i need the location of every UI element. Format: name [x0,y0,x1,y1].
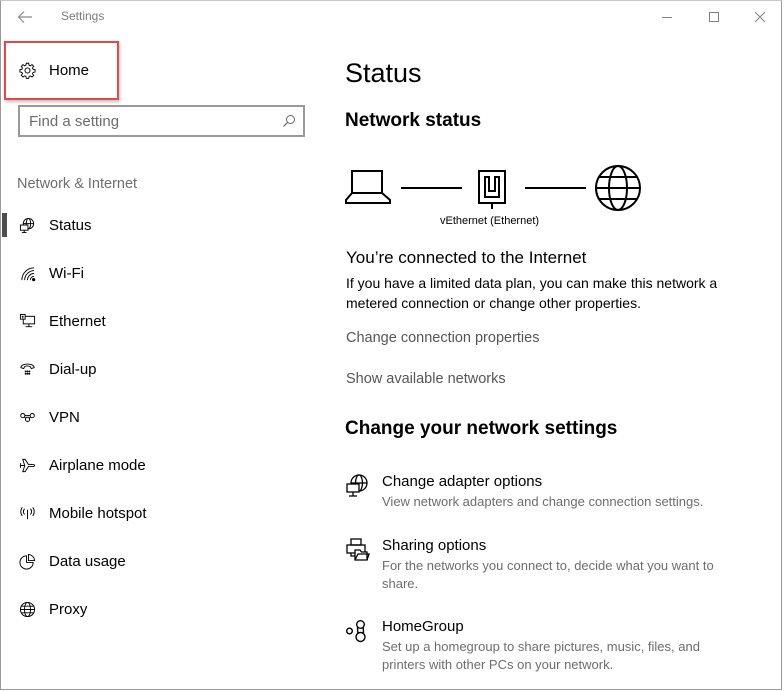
wifi-icon [18,264,36,282]
window-title: Settings [61,9,105,23]
minimize-icon [662,17,672,18]
title-bar: Settings [1,1,781,33]
maximize-icon [709,12,719,22]
option-title: Change adapter options [382,473,543,490]
close-button[interactable] [737,3,783,31]
section-label: Network & Internet [17,176,138,192]
connection-status-description: If you have a limited data plan, you can… [346,275,718,311]
globe-icon [18,600,36,618]
phone-icon [18,360,36,378]
change-connection-properties-link[interactable]: Change connection properties [346,330,539,346]
sharing-printer-folder-icon [345,537,371,563]
settings-window: Settings Home Network & Internet [0,0,782,690]
search-input[interactable] [20,107,275,135]
airplane-icon [18,456,36,474]
vpn-icon [18,408,36,426]
laptop-icon [345,170,391,204]
search-box[interactable] [18,105,305,137]
connection-status-title: You’re connected to the Internet [346,248,587,267]
sidebar-item-data-usage[interactable]: Data usage [1,537,321,585]
gear-icon [19,62,36,79]
sidebar-item-status[interactable]: Status [1,201,321,249]
sidebar-item-proxy[interactable]: Proxy [1,585,321,633]
sidebar-item-mobile-hotspot[interactable]: Mobile hotspot [1,489,321,537]
back-button[interactable] [11,5,39,29]
sidebar-item-label: Data usage [49,552,126,570]
sidebar-item-ethernet[interactable]: Ethernet [1,297,321,345]
sidebar-nav: Status Wi-Fi Ethernet Dial-up VPN Airpla… [1,201,321,633]
globe-monitor-icon [18,216,36,234]
homegroup-icon [345,618,371,644]
ethernet-port-icon [478,170,506,209]
sidebar-item-label: Ethernet [49,312,106,330]
sidebar-item-wifi[interactable]: Wi-Fi [1,249,321,297]
globe-icon [595,165,641,211]
sidebar-item-label: VPN [49,408,80,426]
adapter-label: vEthernet (Ethernet) [440,215,540,227]
hotspot-icon [18,504,36,522]
change-network-settings-heading: Change your network settings [345,418,618,439]
minimize-button[interactable] [644,3,690,31]
home-label: Home [49,62,90,79]
sidebar-item-airplane-mode[interactable]: Airplane mode [1,441,321,489]
close-icon [754,11,766,23]
ethernet-icon [18,312,36,330]
sidebar-item-label: Wi-Fi [49,264,84,282]
page-title: Status [345,58,422,88]
maximize-button[interactable] [691,3,737,31]
sidebar-item-label: Status [49,216,92,234]
network-status-heading: Network status [345,110,482,131]
option-title: HomeGroup [382,618,464,635]
show-available-networks-link[interactable]: Show available networks [346,371,506,387]
sidebar-item-label: Proxy [49,600,88,618]
sidebar-item-label: Dial-up [49,360,97,378]
option-description: Set up a homegroup to share pictures, mu… [382,639,700,672]
sidebar-item-label: Mobile hotspot [49,504,147,522]
option-description: For the networks you connect to, decide … [382,558,714,591]
option-description: View network adapters and change connect… [382,494,704,509]
sidebar-item-label: Airplane mode [49,456,146,474]
search-icon[interactable] [275,107,303,135]
arrow-left-icon [17,11,32,23]
adapter-globe-icon [345,473,371,499]
option-title: Sharing options [382,537,487,554]
sidebar-item-dialup[interactable]: Dial-up [1,345,321,393]
pie-chart-icon [18,552,36,570]
sidebar-item-vpn[interactable]: VPN [1,393,321,441]
home-nav-item[interactable]: Home [4,41,119,100]
